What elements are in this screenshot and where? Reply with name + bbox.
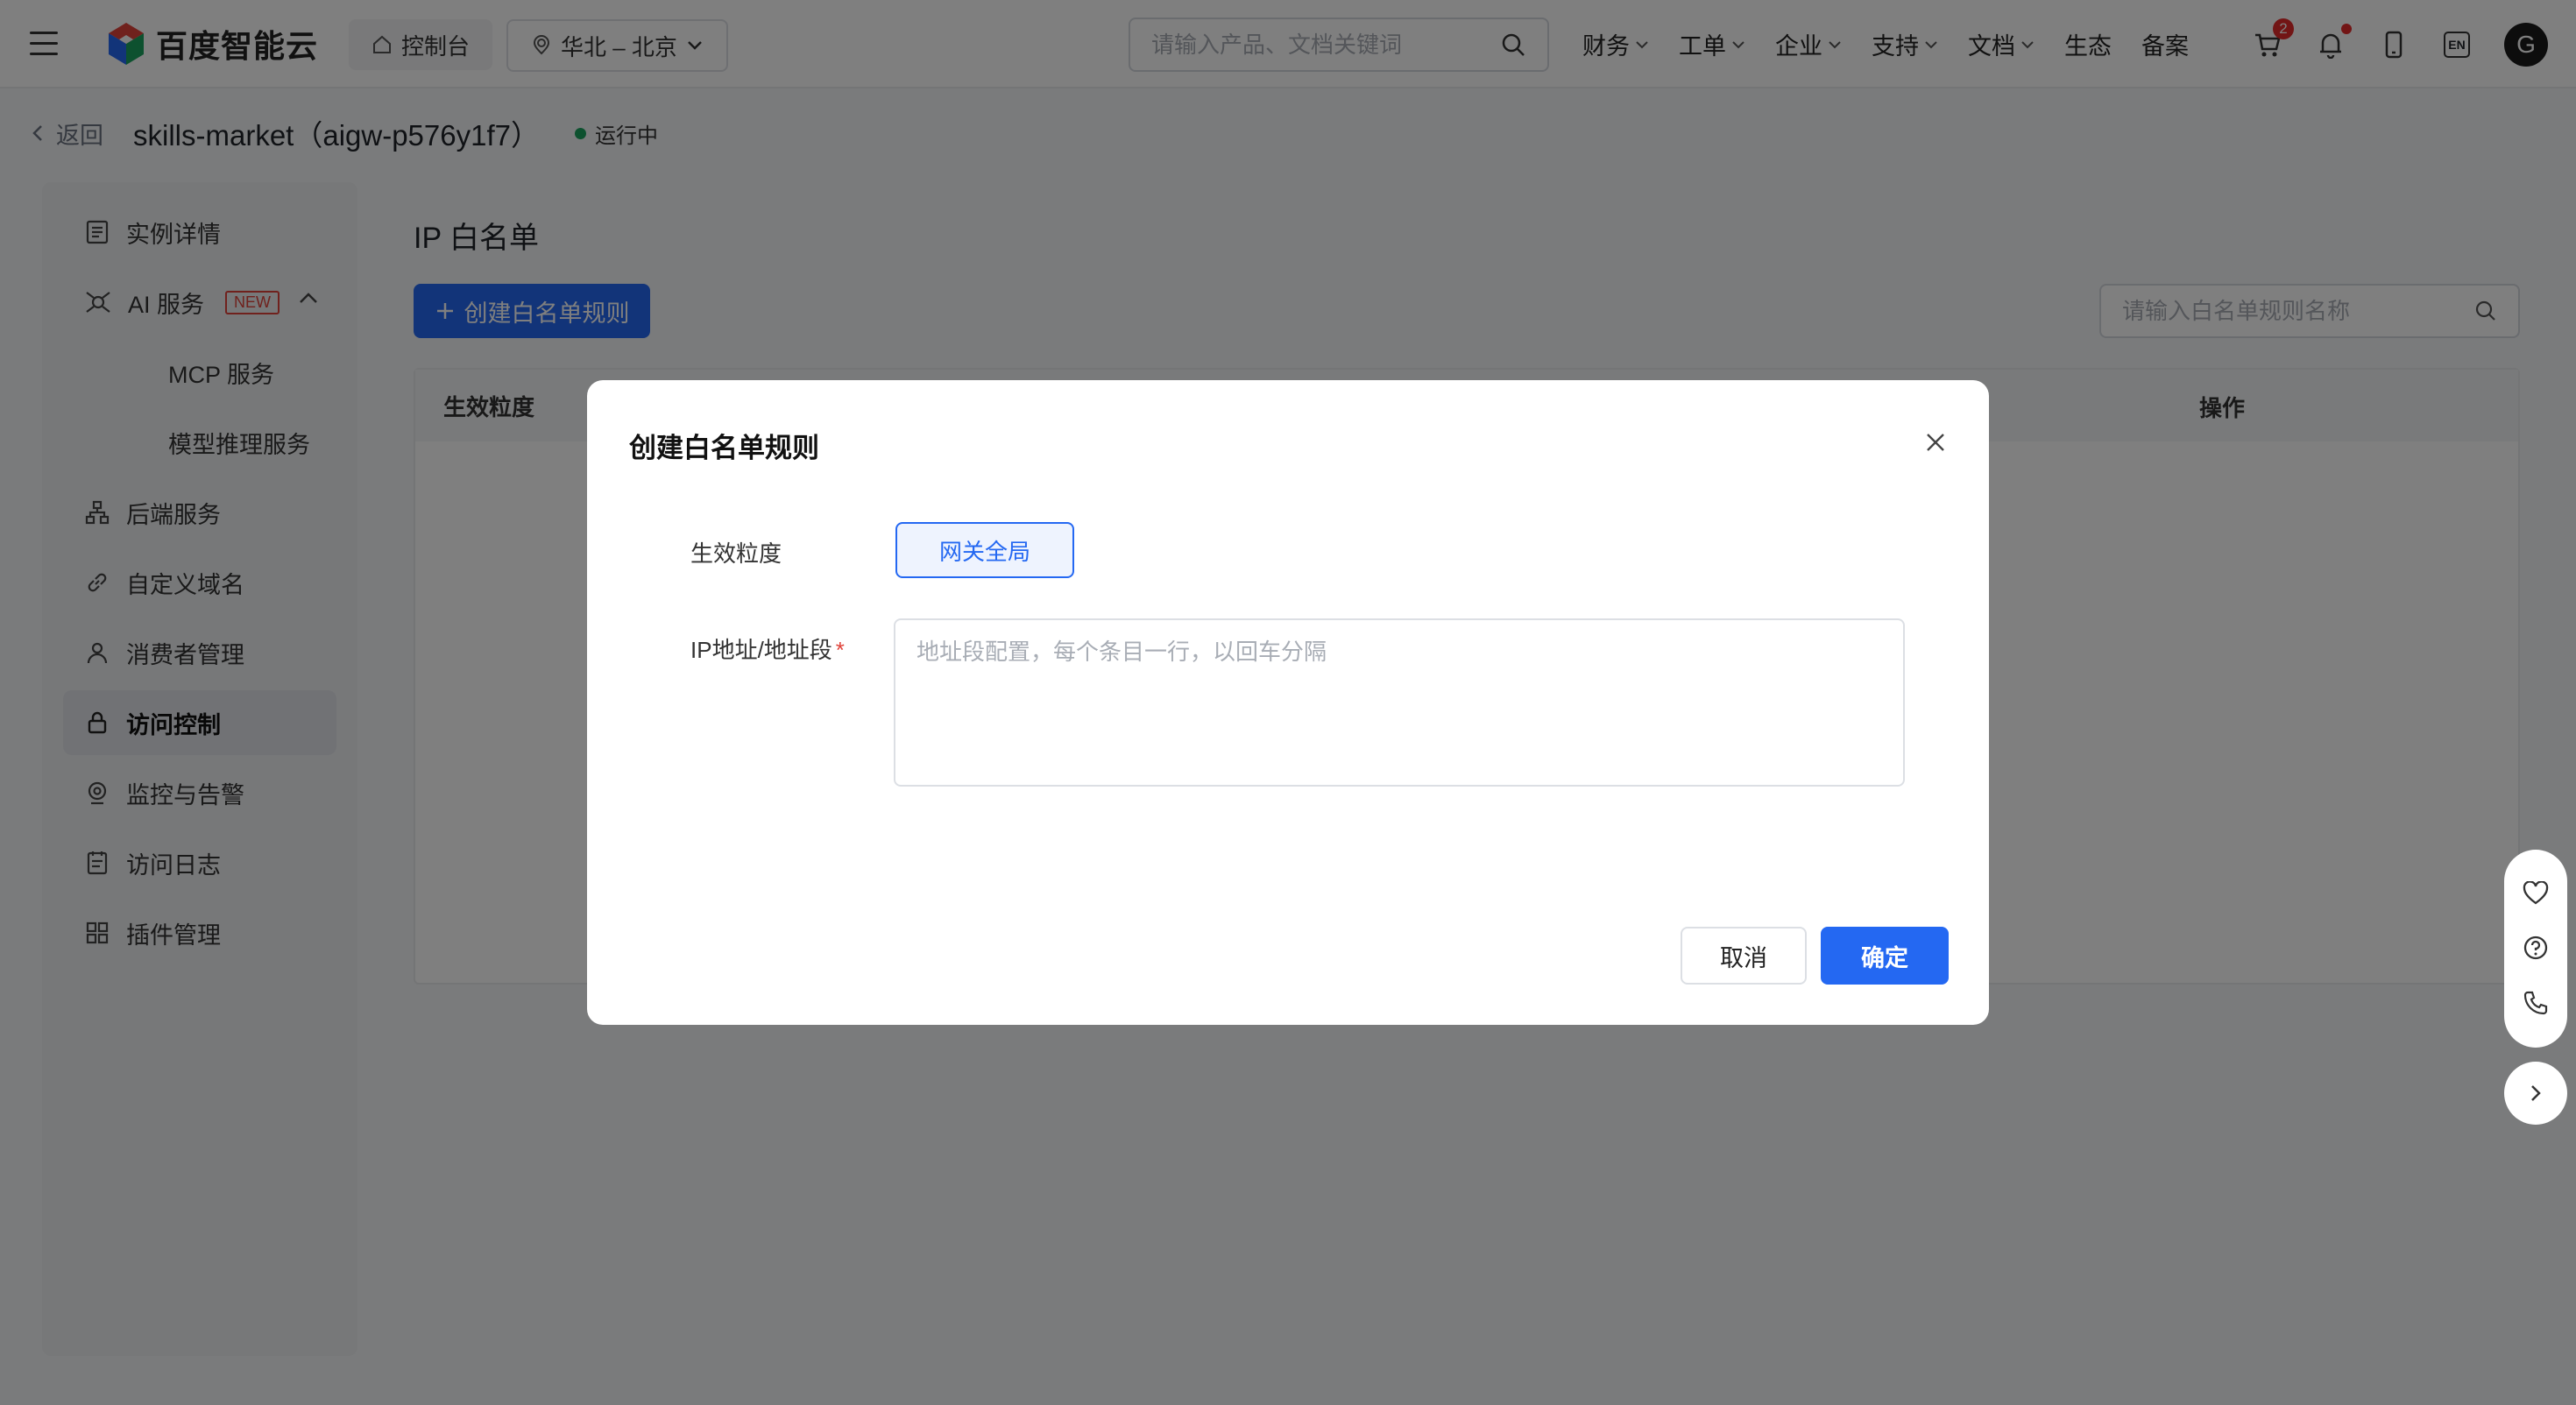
granularity-label: 生效粒度 — [690, 540, 782, 567]
create-whitelist-rule-dialog: 创建白名单规则 生效粒度 网关全局 IP地址/地址段* 取消 确定 — [587, 380, 1989, 1025]
dialog-title: 创建白名单规则 — [629, 433, 819, 463]
heart-icon[interactable] — [2523, 881, 2549, 906]
floating-toolbar — [2504, 850, 2567, 1048]
phone-icon[interactable] — [2523, 990, 2549, 1016]
ip-address-textarea[interactable] — [894, 618, 1905, 787]
granularity-option-gateway-global[interactable]: 网关全局 — [895, 522, 1074, 578]
chevron-right-icon — [2531, 1085, 2541, 1101]
required-mark: * — [835, 637, 845, 663]
cancel-button[interactable]: 取消 — [1681, 927, 1807, 985]
close-icon[interactable] — [1922, 429, 1949, 455]
help-icon[interactable] — [2523, 935, 2549, 961]
confirm-button[interactable]: 确定 — [1821, 927, 1949, 985]
ip-address-label: IP地址/地址段 * — [690, 637, 845, 663]
floating-expand-button[interactable] — [2504, 1062, 2567, 1125]
